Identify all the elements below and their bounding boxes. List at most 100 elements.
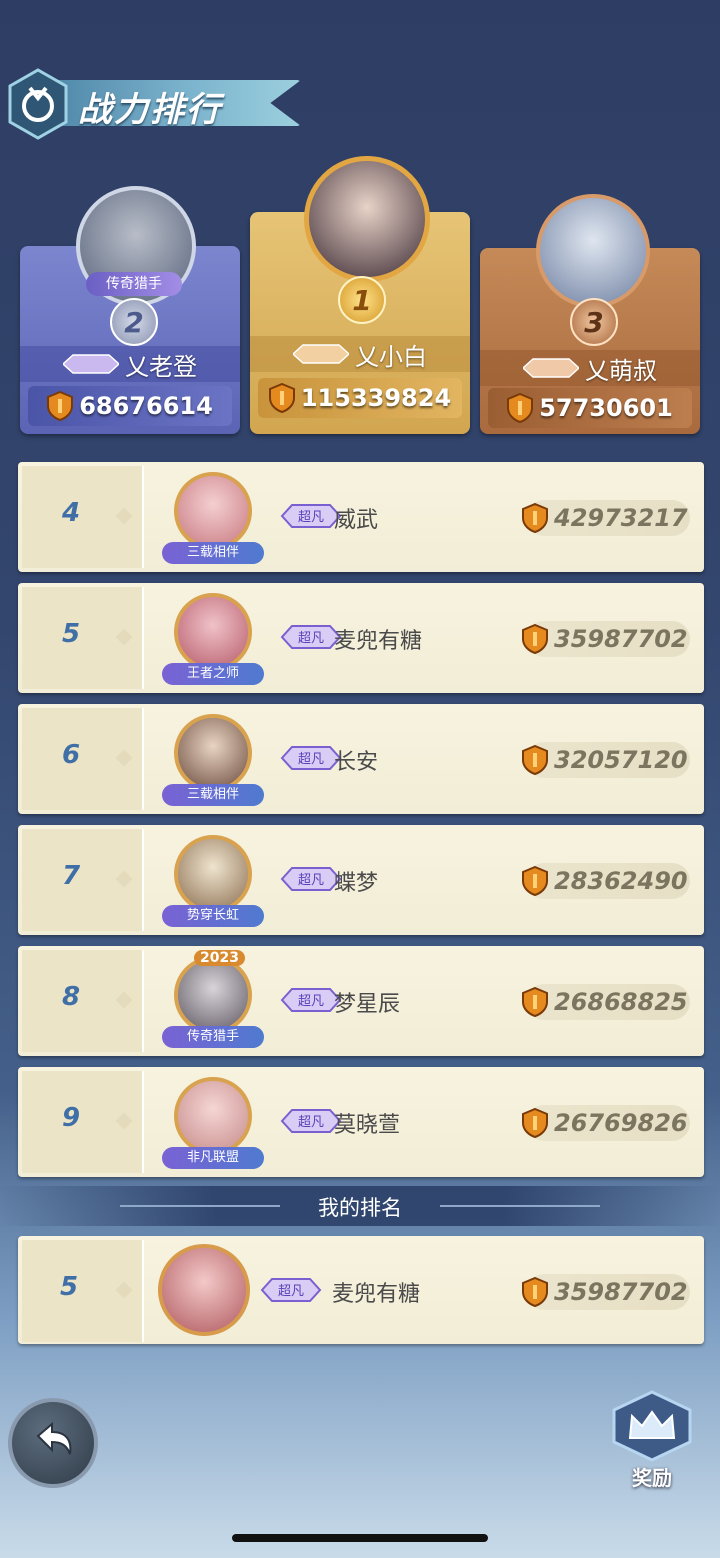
podium-name-bar: 乂小白: [250, 336, 470, 372]
power-shield-icon: [268, 383, 295, 413]
page-title: 战力排行: [78, 90, 222, 130]
tier-text: 超凡: [278, 1284, 304, 1299]
rank-number: 4: [61, 498, 81, 528]
podium-name-bar: 乂老登: [20, 346, 240, 382]
avatar-portrait: [174, 593, 252, 671]
my-avatar[interactable]: [158, 1244, 250, 1336]
podium-name: 乂萌叔: [585, 356, 657, 385]
avatar-portrait: [174, 714, 252, 792]
player-name: 梦星辰: [334, 992, 401, 1017]
table-row[interactable]: 7 势穿长虹 超凡 蝶梦 28362490: [18, 825, 704, 935]
ranking-emblem-icon: [8, 68, 68, 140]
player-name: 蝶梦: [334, 871, 379, 896]
table-row[interactable]: 4 三载相伴 超凡 威武 42973217: [18, 462, 704, 572]
tier-text: 超凡: [298, 510, 324, 525]
player-score: 26769826: [554, 1109, 688, 1137]
podium-score: 68676614: [79, 392, 213, 420]
podium-score: 57730601: [539, 394, 673, 422]
rank-3-medal: 3: [570, 298, 618, 346]
reward-label: 奖励: [632, 1466, 672, 1490]
power-shield-icon: [507, 393, 534, 423]
player-avatar[interactable]: 三载相伴: [160, 714, 266, 810]
tier-badge-icon: 超凡: [280, 1109, 342, 1133]
table-row[interactable]: 9 非凡联盟 超凡 莫晓萱 26769826: [18, 1067, 704, 1177]
player-score: 32057120: [554, 746, 688, 774]
tier-text: 超凡: [298, 752, 324, 767]
score-pill: 26769826: [522, 1105, 690, 1141]
rank-number: 8: [61, 982, 81, 1012]
power-shield-icon: [522, 1108, 548, 1138]
player-name: 长安: [334, 750, 379, 775]
podium-1-avatar[interactable]: [304, 156, 430, 282]
tier-text: 超凡: [298, 873, 324, 888]
podium-name: 乂小白: [355, 342, 427, 371]
my-rank-row[interactable]: 5 超凡 麦兜有糖 35987702: [18, 1236, 704, 1344]
rank-number: 5: [61, 619, 81, 649]
tier-badge-icon: 超凡: [280, 504, 342, 528]
podium-score: 115339824: [300, 384, 452, 412]
my-rank-number: 5: [59, 1272, 79, 1302]
podium-score-bar: 57730601: [488, 388, 692, 428]
tier-text: 超凡: [298, 1115, 324, 1130]
player-score: 42973217: [554, 504, 688, 532]
avatar-frame-label: 王者之师: [162, 663, 264, 685]
player-name: 威武: [334, 508, 379, 533]
avatar-frame-label: 三载相伴: [162, 784, 264, 806]
podium-3-avatar[interactable]: [536, 194, 650, 308]
crown-reward-icon: [612, 1390, 692, 1462]
rank-number: 9: [61, 1103, 81, 1133]
my-score: 35987702: [554, 1278, 688, 1306]
rank-2-medal: 2: [110, 298, 158, 346]
table-row[interactable]: 6 三载相伴 超凡 长安 32057120: [18, 704, 704, 814]
tier-badge-icon: 超凡: [280, 625, 342, 649]
avatar-portrait: [174, 956, 252, 1034]
avatar-frame-label: 三载相伴: [162, 542, 264, 564]
avatar-frame-label: 非凡联盟: [162, 1147, 264, 1169]
podium-2-frame-label: 传奇猎手: [86, 272, 182, 296]
player-avatar[interactable]: 势穿长虹: [160, 835, 266, 931]
tier-badge-icon: 超凡: [280, 867, 342, 891]
my-name: 麦兜有糖: [332, 1282, 421, 1307]
avatar-frame-label: 势穿长虹: [162, 905, 264, 927]
avatar-portrait: [174, 835, 252, 913]
tier-badge-icon: [293, 344, 349, 364]
rank-number: 7: [61, 861, 81, 891]
score-pill: 32057120: [522, 742, 690, 778]
year-badge: 2023: [194, 950, 245, 966]
avatar-frame-label: 传奇猎手: [162, 1026, 264, 1048]
player-score: 26868825: [554, 988, 688, 1016]
tier-badge-icon: [63, 354, 119, 374]
back-button[interactable]: [8, 1398, 98, 1488]
podium-score-bar: 115339824: [258, 378, 462, 418]
power-shield-icon: [522, 987, 548, 1017]
tier-badge-icon: [523, 358, 579, 378]
tier-badge-icon: 超凡: [280, 988, 342, 1012]
player-avatar[interactable]: 王者之师: [160, 593, 266, 689]
tier-badge-icon: 超凡: [260, 1278, 322, 1302]
my-rank-label: 我的排名: [318, 1196, 402, 1220]
power-shield-icon: [47, 391, 74, 421]
table-row[interactable]: 5 王者之师 超凡 麦兜有糖 35987702: [18, 583, 704, 693]
table-row[interactable]: 8 传奇猎手 超凡 梦星辰 26868825 2023: [18, 946, 704, 1056]
player-avatar[interactable]: 三载相伴: [160, 472, 266, 568]
my-score-pill: 35987702: [522, 1274, 690, 1310]
avatar-portrait: [174, 1077, 252, 1155]
player-avatar[interactable]: 传奇猎手: [160, 956, 266, 1052]
power-shield-icon: [522, 624, 548, 654]
tier-text: 超凡: [298, 994, 324, 1009]
back-arrow-icon: [36, 1421, 72, 1455]
power-shield-icon: [522, 866, 548, 896]
player-avatar[interactable]: 非凡联盟: [160, 1077, 266, 1173]
podium-name-bar: 乂萌叔: [480, 350, 700, 386]
rank-1-medal: 1: [338, 276, 386, 324]
power-shield-icon: [522, 1277, 548, 1307]
score-pill: 26868825: [522, 984, 690, 1020]
podium-name: 乂老登: [125, 352, 197, 381]
avatar-portrait: [174, 472, 252, 550]
podium-score-bar: 68676614: [28, 386, 232, 426]
player-name: 麦兜有糖: [334, 629, 423, 654]
page-title-banner: 战力排行: [6, 68, 306, 140]
player-name: 莫晓萱: [334, 1113, 401, 1138]
reward-button[interactable]: 奖励: [610, 1390, 694, 1490]
tier-text: 超凡: [298, 631, 324, 646]
